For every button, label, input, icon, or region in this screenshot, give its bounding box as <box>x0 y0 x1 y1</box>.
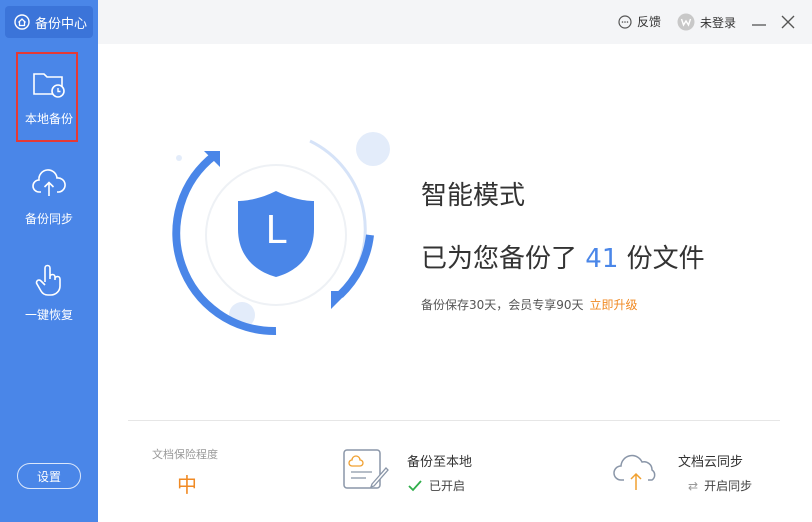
cloud-sync-button[interactable]: ⇄ 开启同步 <box>688 477 752 494</box>
protection-value: 中 <box>177 473 197 497</box>
cloud-sync-action: 开启同步 <box>704 479 753 493</box>
backup-count-line: 已为您备份了 41 份文件 <box>421 238 705 275</box>
avatar <box>677 13 695 31</box>
backup-suffix: 份文件 <box>626 244 705 274</box>
arc-arrow <box>331 291 349 309</box>
backup-count: 41 <box>585 244 619 274</box>
login-button[interactable]: 未登录 <box>677 13 736 31</box>
home-icon <box>14 14 30 30</box>
retention-info: 备份保存30天，会员专享90天 立即升级 <box>421 296 638 313</box>
settings-button[interactable]: 设置 <box>17 463 81 489</box>
shield-letter: L <box>265 208 286 252</box>
sync-arrow-icon: ⇄ <box>688 478 699 493</box>
checkmark-icon <box>408 479 422 491</box>
title-bar: 反馈 未登录 <box>98 0 812 44</box>
close-icon[interactable] <box>779 12 797 32</box>
sidebar-item-backup-sync[interactable]: 备份同步 <box>0 166 98 227</box>
decor-bubble <box>356 132 390 166</box>
retention-text: 备份保存30天，会员专享90天 <box>421 298 584 312</box>
brand-header[interactable]: 备份中心 <box>5 6 93 38</box>
document-edit-icon <box>343 449 389 489</box>
mode-title: 智能模式 <box>421 181 526 211</box>
decor-dot <box>176 155 182 161</box>
upgrade-link[interactable]: 立即升级 <box>590 298 638 312</box>
backup-prefix: 已为您备份了 <box>421 244 578 274</box>
backup-shield-graphic: L <box>172 132 390 336</box>
sidebar-item-label: 一键恢复 <box>24 308 73 322</box>
feedback-label: 反馈 <box>637 15 662 29</box>
local-backup-status: 已开启 <box>407 477 465 494</box>
feedback-button[interactable]: 反馈 <box>618 13 661 30</box>
sidebar-item-label: 备份同步 <box>24 212 73 226</box>
sidebar: 备份中心 本地备份 备份同步 一键恢复 设置 <box>0 0 98 522</box>
local-backup-status-text: 已开启 <box>429 479 466 493</box>
protection-label: 文档保险程度 <box>152 448 218 461</box>
chat-bubble-icon <box>618 14 632 29</box>
cloud-sync-icon <box>613 454 656 490</box>
cloud-upload-icon <box>32 169 66 196</box>
active-selection-outline <box>16 52 78 142</box>
cloud-sync-title: 文档云同步 <box>678 455 744 470</box>
brand-label: 备份中心 <box>35 16 88 32</box>
divider <box>128 420 780 421</box>
local-backup-title: 备份至本地 <box>407 455 473 470</box>
minimize-icon[interactable] <box>750 12 768 32</box>
sidebar-item-one-click-restore[interactable]: 一键恢复 <box>0 262 98 323</box>
login-label: 未登录 <box>700 15 737 30</box>
hand-pointer-icon <box>35 264 61 296</box>
